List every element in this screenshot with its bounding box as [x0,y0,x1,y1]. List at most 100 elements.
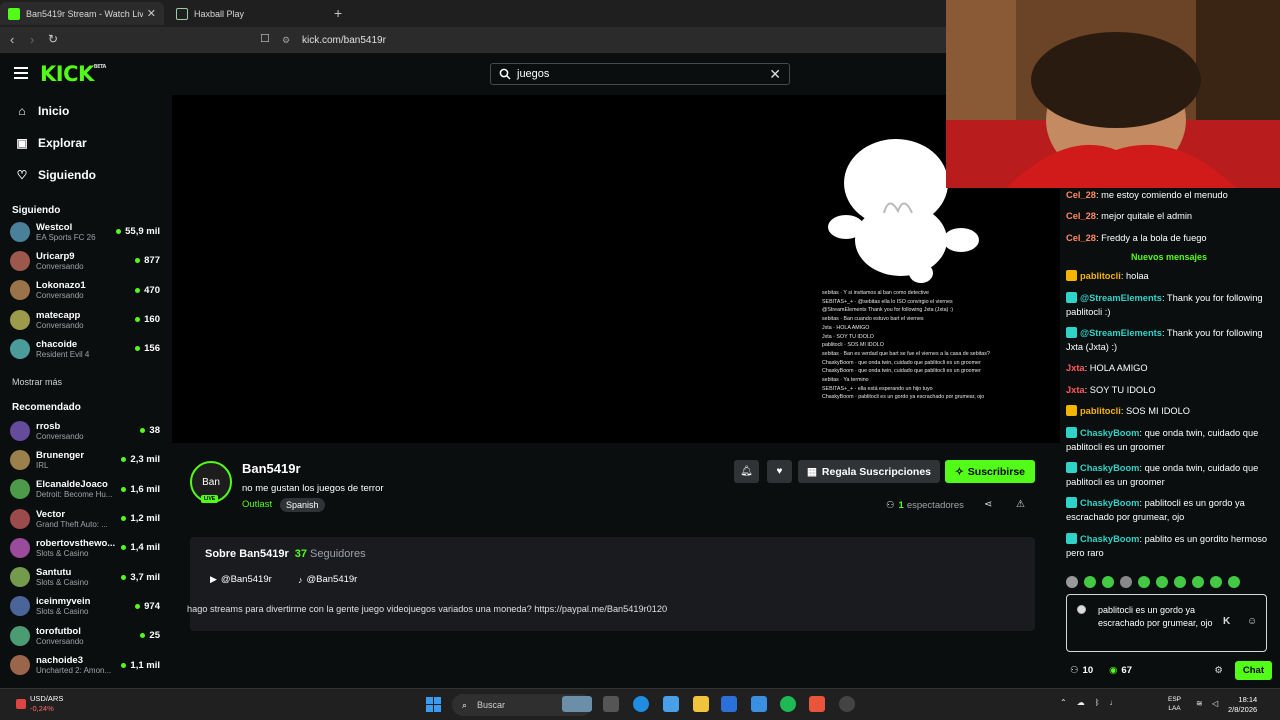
send-chat-button[interactable]: Chat [1234,660,1272,680]
bluetooth-icon[interactable]: ᛒ [1095,698,1100,707]
channel-row[interactable]: Lokonazo1 Conversando 470 [10,276,160,305]
channel-row[interactable]: Santutu Slots & Casino 3,7 mil [10,562,160,591]
new-tab-button[interactable]: + [334,5,342,21]
channel-row[interactable]: Uricarp9 Conversando 877 [10,246,160,275]
menu-icon[interactable] [14,67,28,79]
store-icon[interactable] [721,696,737,712]
edge-icon[interactable] [633,696,649,712]
chat-username[interactable]: Jxta [1066,363,1085,373]
widget-icon[interactable] [562,696,592,712]
ticker-widget[interactable]: USD/ARS -0,24% [16,694,63,714]
close-tab-icon[interactable]: ✕ [147,7,156,20]
task-view-icon[interactable] [603,696,619,712]
kick-points[interactable]: ◉ 67 [1109,665,1132,676]
cloud-icon[interactable]: ☁ [1077,698,1085,707]
bookmark-icon[interactable]: ☐ [260,32,270,45]
nav-siguiendo[interactable]: ♡ Siguiendo [14,159,96,191]
emote-icon[interactable] [1120,576,1132,588]
chat-username[interactable]: @StreamElements [1080,293,1162,303]
nav-explorar[interactable]: ▣ Explorar [14,127,96,159]
emoji-icon[interactable]: ☺ [1247,616,1257,627]
channel-row[interactable]: chacoide Resident Evil 4 156 [10,334,160,363]
chat-username[interactable]: pablitocli [1080,271,1121,281]
kick-text-icon[interactable]: K [1223,616,1230,627]
chevron-up-icon[interactable]: ⌃ [1060,698,1067,707]
bell-button[interactable]: 🔔︎ [734,460,759,483]
channel-row[interactable]: matecapp Conversando 160 [10,305,160,334]
video-player[interactable]: sebitas · Y si invitamos al ban como det… [172,95,1060,443]
show-more-link[interactable]: Mostrar más [12,377,62,387]
emote-icon[interactable] [1138,576,1150,588]
language-tag[interactable]: Spanish [280,498,325,512]
emote-icon[interactable] [1174,576,1186,588]
url-field[interactable]: ⚙ kick.com/ban5419r [282,31,932,49]
gear-icon[interactable]: ⚙ [1214,665,1223,676]
emote-icon[interactable] [1210,576,1222,588]
chat-input[interactable]: pablitocli es un gordo ya escrachado por… [1066,594,1267,652]
emote-icon[interactable] [1102,576,1114,588]
user-badge-icon [1066,405,1077,417]
identity-icon[interactable] [1077,605,1086,614]
new-messages-divider[interactable]: Nuevos mensajes [1066,252,1272,262]
tiktok-link[interactable]: ♪ @Ban5419r [298,574,357,585]
clock[interactable]: 18:14 2/8/2026 [1228,695,1257,715]
gift-subs-button[interactable]: ▦ Regala Suscripciones [798,460,940,483]
chat-username[interactable]: Jxta [1066,385,1085,395]
back-icon[interactable]: ‹ [10,32,14,47]
chat-username[interactable]: ChaskyBoom [1080,498,1139,508]
site-info-icon[interactable]: ⚙ [282,35,292,45]
chat-username[interactable]: ChaskyBoom [1080,428,1139,438]
chat-username[interactable]: Cel_28 [1066,211,1096,221]
chat-input-text[interactable]: pablitocli es un gordo ya escrachado por… [1098,604,1218,631]
channel-name[interactable]: Ban5419r [242,461,301,476]
channel-row[interactable]: nachoide3 Uncharted 2: Amon... 1,1 mil [10,650,160,679]
follow-button[interactable]: ♥ [767,460,792,483]
search-input[interactable]: juegos ✕ [490,63,790,85]
emote-icon[interactable] [1228,576,1240,588]
volume-icon[interactable]: ◁ [1212,699,1218,708]
share-icon[interactable]: ⋖ [984,499,992,510]
spotify-icon[interactable] [780,696,796,712]
stream-category[interactable]: Outlast [242,499,272,510]
forward-icon[interactable]: › [30,32,34,47]
app-icon[interactable] [839,696,855,712]
wifi-icon[interactable]: ≋ [1196,699,1203,708]
keyboard-language[interactable]: ESP LAA [1168,695,1181,713]
chat-username[interactable]: @StreamElements [1080,328,1162,338]
chat-username[interactable]: pablitocli [1080,406,1121,416]
subscribe-button[interactable]: ✧ Suscribirse [945,460,1035,483]
chat-username[interactable]: Cel_28 [1066,190,1096,200]
copilot-icon[interactable] [663,696,679,712]
nav-inicio[interactable]: ⌂ Inicio [14,95,96,127]
youtube-link[interactable]: ▶ @Ban5419r [210,574,272,585]
kick-logo[interactable]: KICKBETA [40,62,106,86]
channel-row[interactable]: Vector Grand Theft Auto: ... 1,2 mil [10,504,160,533]
channel-row[interactable]: rrosb Conversando 38 [10,416,160,445]
brave-icon[interactable] [809,696,825,712]
browser-tab-haxball[interactable]: Haxball Play [168,2,328,25]
emote-icon[interactable] [1084,576,1096,588]
chat-username[interactable]: Cel_28 [1066,233,1096,243]
clear-search-icon[interactable]: ✕ [769,66,781,83]
channel-row[interactable]: Brunenger IRL 2,3 mil [10,445,160,474]
report-icon[interactable]: ⚠ [1016,499,1025,510]
channel-row[interactable]: robertovsthewo... Slots & Casino 1,4 mil [10,533,160,562]
channel-row[interactable]: iceinmyvein Slots & Casino 974 [10,592,160,621]
channel-points[interactable]: ⚇ 10 [1070,665,1093,676]
mic-icon[interactable]: ♩ [1110,698,1118,707]
recommended-section-title: Recomendado [12,402,81,413]
windows-start-icon[interactable] [426,697,441,712]
reload-icon[interactable]: ↻ [48,32,58,46]
emote-icon[interactable] [1066,576,1078,588]
file-explorer-icon[interactable] [693,696,709,712]
chat-message: ChaskyBoom: pablito es un gordito hermos… [1066,532,1272,560]
emote-icon[interactable] [1156,576,1168,588]
channel-row[interactable]: ElcanaldeJoaco Detroit: Become Hu... 1,6 m… [10,475,160,504]
browser-tab-kick[interactable]: Ban5419r Stream - Watch Live ✕ [0,2,164,25]
chat-username[interactable]: ChaskyBoom [1080,534,1139,544]
chat-username[interactable]: ChaskyBoom [1080,463,1139,473]
channel-row[interactable]: Westcol EA Sports FC 26 55,9 mil [10,217,160,246]
channel-row[interactable]: torofutbol Conversando 25 [10,621,160,650]
app-icon[interactable] [751,696,767,712]
emote-icon[interactable] [1192,576,1204,588]
